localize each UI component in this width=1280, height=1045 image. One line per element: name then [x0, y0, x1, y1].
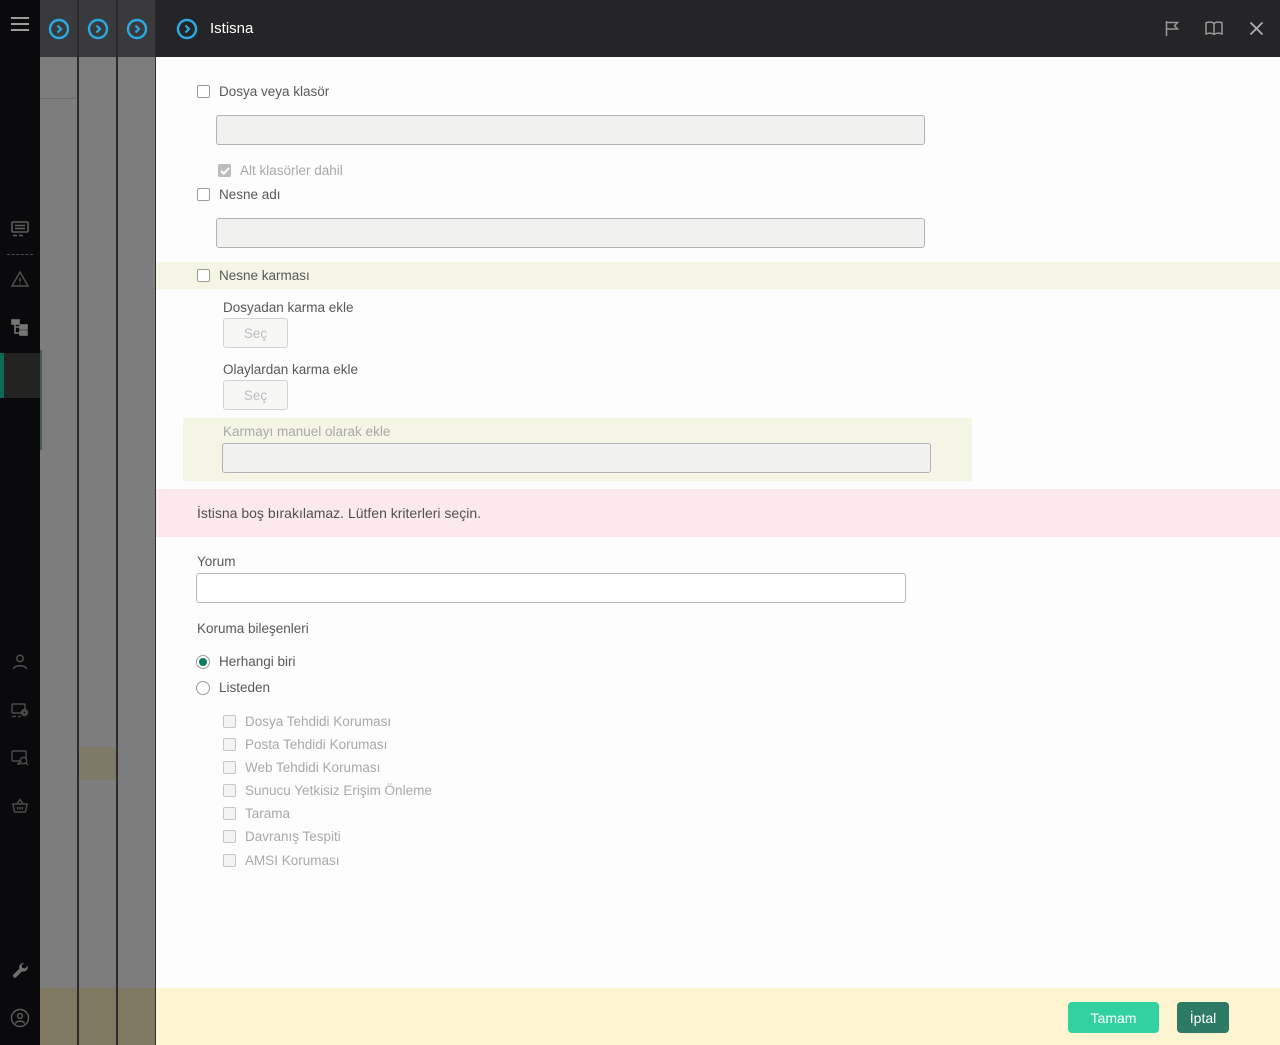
checkbox-box[interactable] — [223, 761, 236, 774]
object-hash-label: Nesne karması — [219, 268, 310, 283]
panel-separator — [77, 0, 79, 1045]
app-window: Istisna Dosya veya klasör — [0, 0, 1280, 1045]
protection-components-label: Koruma bileşenleri — [197, 621, 309, 636]
manual-hash-input[interactable] — [222, 443, 931, 473]
comment-label: Yorum — [197, 554, 236, 569]
dialog-body: Dosya veya klasör Alt klasörler dahil Ne… — [156, 57, 1280, 988]
dialog-title: Istisna — [210, 20, 253, 37]
checkbox-box[interactable] — [223, 830, 236, 843]
hash-from-events-select-button[interactable]: Seç — [223, 380, 288, 410]
stacked-panel-3[interactable] — [118, 0, 155, 1045]
policies-icon[interactable] — [9, 699, 31, 721]
stacked-panel-1-body — [40, 57, 77, 988]
radio-any-label: Herhangi biri — [219, 654, 296, 669]
discovery-icon[interactable] — [9, 747, 31, 769]
stacked-panel-3-body — [118, 57, 155, 988]
sidebar-divider — [7, 254, 33, 255]
settings-icon[interactable] — [9, 959, 31, 981]
dialog-icon — [176, 18, 198, 40]
stacked-panel-2-footer — [79, 988, 116, 1045]
panel-icon — [87, 18, 109, 40]
stacked-panel-1[interactable] — [40, 0, 77, 1045]
comment-input[interactable] — [196, 573, 906, 603]
dimmed-selection-strip — [40, 350, 42, 450]
radio-selected[interactable] — [196, 655, 210, 669]
hash-from-events-label: Olaylardan karma ekle — [223, 362, 358, 377]
checkbox-box[interactable] — [197, 85, 210, 98]
component-label: Tarama — [245, 806, 290, 821]
object-name-label: Nesne adı — [219, 187, 281, 202]
close-icon[interactable] — [1246, 19, 1266, 39]
dimmed-highlight-band — [79, 747, 116, 780]
file-folder-checkbox[interactable]: Dosya veya klasör — [197, 84, 329, 99]
panel-separator — [116, 0, 118, 1045]
radio-unselected[interactable] — [196, 681, 210, 695]
flag-icon[interactable] — [1162, 19, 1182, 39]
error-message: İstisna boş bırakılamaz. Lütfen kriterle… — [197, 505, 481, 521]
checkbox-box[interactable] — [223, 807, 236, 820]
checkbox-box[interactable] — [223, 784, 236, 797]
component-checkbox[interactable]: Sunucu Yetkisiz Erişim Önleme — [223, 783, 432, 798]
marketplace-icon[interactable] — [9, 795, 31, 817]
file-folder-input[interactable] — [216, 115, 925, 145]
sidebar — [0, 0, 40, 1045]
panel-icon — [126, 18, 148, 40]
component-checkbox[interactable]: Davranış Tespiti — [223, 829, 341, 844]
dialog-footer: Tamam İptal — [156, 988, 1280, 1045]
component-label: Davranış Tespiti — [245, 829, 341, 844]
radio-list-label: Listeden — [219, 680, 270, 695]
hash-from-file-label: Dosyadan karma ekle — [223, 300, 354, 315]
panel-icon — [48, 18, 70, 40]
menu-icon[interactable] — [9, 13, 31, 35]
account-icon[interactable] — [9, 1007, 31, 1029]
object-name-checkbox[interactable]: Nesne adı — [197, 187, 281, 202]
users-icon[interactable] — [9, 651, 31, 673]
dialog-header: Istisna — [156, 0, 1280, 57]
component-label: AMSI Koruması — [245, 853, 340, 868]
stacked-panel-2[interactable] — [79, 0, 116, 1045]
component-label: Sunucu Yetkisiz Erişim Önleme — [245, 783, 432, 798]
subfolders-checkbox[interactable]: Alt klasörler dahil — [218, 163, 343, 178]
stacked-panel-3-footer — [118, 988, 155, 1045]
checkbox-box[interactable] — [197, 188, 210, 201]
header-actions — [1162, 0, 1266, 57]
ok-button[interactable]: Tamam — [1068, 1002, 1159, 1033]
stacked-panel-2-body — [79, 57, 116, 988]
radio-from-list[interactable]: Listeden — [196, 680, 270, 695]
hierarchy-icon[interactable] — [9, 316, 31, 338]
component-label: Dosya Tehdidi Koruması — [245, 714, 391, 729]
object-name-input[interactable] — [216, 218, 925, 248]
radio-any-component[interactable]: Herhangi biri — [196, 654, 296, 669]
checkbox-box[interactable] — [223, 738, 236, 751]
stacked-panel-1-footer — [40, 988, 77, 1045]
hash-from-file-select-button[interactable]: Seç — [223, 318, 288, 348]
error-banner: İstisna boş bırakılamaz. Lütfen kriterle… — [156, 489, 1280, 537]
component-checkbox[interactable]: Dosya Tehdidi Koruması — [223, 714, 391, 729]
cancel-button[interactable]: İptal — [1177, 1002, 1229, 1033]
object-hash-highlight — [156, 262, 1280, 289]
stacked-panel-2-header[interactable] — [79, 0, 116, 57]
component-checkbox[interactable]: AMSI Koruması — [223, 853, 340, 868]
component-checkbox[interactable]: Web Tehdidi Koruması — [223, 760, 380, 775]
stacked-panel-3-header[interactable] — [118, 0, 155, 57]
alerts-icon[interactable] — [9, 268, 31, 290]
book-icon[interactable] — [1204, 19, 1224, 39]
dimmed-content-line — [40, 98, 77, 99]
checkbox-box-checked[interactable] — [218, 164, 231, 177]
devices-selected-item[interactable] — [0, 353, 40, 398]
checkbox-box[interactable] — [223, 854, 236, 867]
manual-hash-label: Karmayı manuel olarak ekle — [223, 424, 390, 439]
exception-dialog: Istisna Dosya veya klasör — [156, 0, 1280, 1045]
stacked-panel-1-header[interactable] — [40, 0, 77, 57]
component-checkbox[interactable]: Tarama — [223, 806, 290, 821]
checkbox-box[interactable] — [197, 269, 210, 282]
checkbox-box[interactable] — [223, 715, 236, 728]
file-folder-label: Dosya veya klasör — [219, 84, 329, 99]
reports-icon[interactable] — [9, 218, 31, 240]
component-checkbox[interactable]: Posta Tehdidi Koruması — [223, 737, 387, 752]
object-hash-checkbox[interactable]: Nesne karması — [197, 268, 310, 283]
subfolders-label: Alt klasörler dahil — [240, 163, 343, 178]
component-label: Posta Tehdidi Koruması — [245, 737, 387, 752]
component-label: Web Tehdidi Koruması — [245, 760, 380, 775]
